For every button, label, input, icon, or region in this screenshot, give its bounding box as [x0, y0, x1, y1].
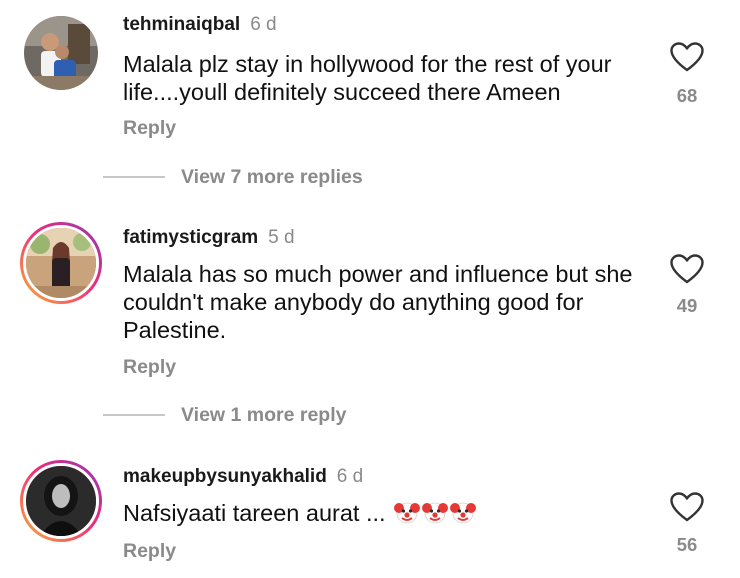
avatar-photo-icon: [26, 466, 96, 536]
like-count: 56: [676, 534, 698, 555]
username[interactable]: tehminaiqbal 6 d: [123, 14, 277, 36]
reply-button[interactable]: Reply: [123, 117, 176, 140]
timestamp: 5 d: [268, 227, 295, 248]
view-more-replies-button[interactable]: View 1 more reply: [103, 403, 346, 427]
reply-button[interactable]: Reply: [123, 540, 176, 563]
username-text[interactable]: tehminaiqbal: [123, 14, 240, 35]
view-more-replies-label[interactable]: View 1 more reply: [181, 404, 346, 427]
reply-button[interactable]: Reply: [123, 356, 176, 379]
username-text[interactable]: makeupbysunyakhalid: [123, 466, 327, 487]
comment-text: Malala has so much power and influence b…: [123, 261, 633, 343]
like-count: 68: [676, 85, 698, 106]
clown-face-icon: [394, 499, 421, 531]
divider-line: [103, 414, 165, 416]
comment-text-body: Nafsiyaati tareen aurat ...: [123, 500, 386, 527]
avatar-photo-icon: [26, 228, 96, 298]
view-more-replies-label[interactable]: View 7 more replies: [181, 166, 363, 189]
view-more-replies-button[interactable]: View 7 more replies: [103, 165, 363, 189]
timestamp: 6 d: [250, 14, 277, 35]
heart-icon[interactable]: [670, 492, 704, 522]
like-count: 49: [676, 295, 698, 316]
clown-face-icon: [450, 499, 477, 531]
avatar-photo-icon: [24, 16, 98, 90]
comment-text: Nafsiyaati tareen aurat ...: [123, 499, 643, 531]
divider-line: [103, 176, 165, 178]
avatar[interactable]: [20, 460, 102, 542]
avatar[interactable]: [24, 16, 98, 90]
timestamp: 6 d: [336, 466, 364, 487]
heart-icon[interactable]: [670, 254, 704, 284]
username[interactable]: makeupbysunyakhalid 6 d: [123, 466, 363, 488]
heart-icon[interactable]: [670, 42, 704, 72]
username[interactable]: fatimysticgram 5 d: [123, 227, 295, 249]
avatar[interactable]: [20, 222, 102, 304]
username-text[interactable]: fatimysticgram: [123, 227, 258, 248]
clown-face-icon: [422, 499, 449, 531]
comment-text: Malala plz stay in hollywood for the res…: [123, 51, 612, 105]
